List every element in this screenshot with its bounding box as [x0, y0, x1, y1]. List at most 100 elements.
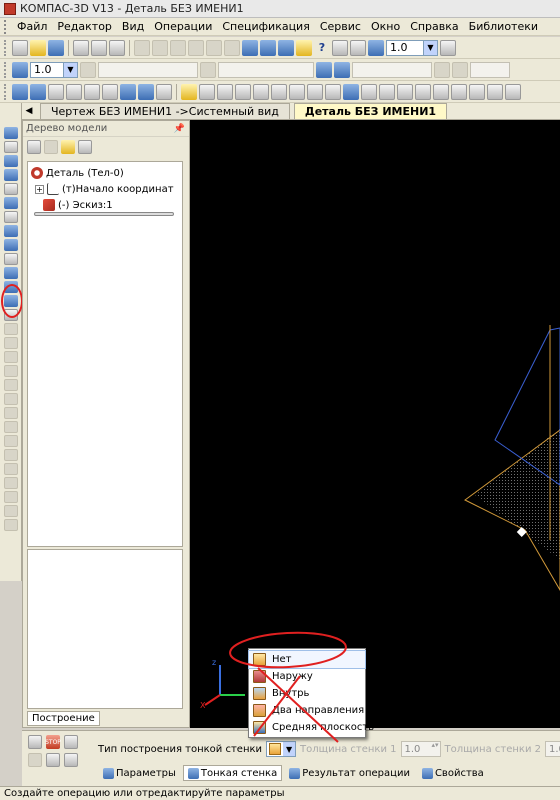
- halftone-icon[interactable]: [120, 83, 136, 100]
- help-ref-icon[interactable]: [64, 735, 78, 749]
- zoom-combo[interactable]: 1.0 ▼: [386, 39, 438, 56]
- thickness2-input[interactable]: 1.0: [545, 741, 560, 757]
- mcx-icon[interactable]: [307, 83, 323, 100]
- dropdown-item-midplane[interactable]: Средняя плоскость: [249, 719, 374, 736]
- function-icon[interactable]: [260, 39, 276, 56]
- curves-icon[interactable]: [3, 477, 18, 489]
- paste-icon[interactable]: [170, 39, 186, 56]
- select-2d-icon[interactable]: [3, 211, 18, 223]
- print-icon[interactable]: [73, 39, 89, 56]
- spec-3d-icon[interactable]: [3, 407, 18, 419]
- toolbar-grip-icon[interactable]: [4, 61, 7, 78]
- perspective-icon[interactable]: [156, 83, 172, 100]
- tabs-scroll-left-icon[interactable]: ◀: [22, 103, 36, 119]
- toolbar-grip-icon[interactable]: [4, 39, 7, 56]
- dropdown-item-none[interactable]: Нет: [248, 650, 366, 669]
- copy-icon[interactable]: [152, 39, 168, 56]
- step-combo[interactable]: 1.0 ▼: [30, 61, 78, 78]
- tab-drawing[interactable]: Чертеж БЕЗ ИМЕНИ1 ->Системный вид: [40, 103, 290, 119]
- menu-view[interactable]: Вид: [117, 19, 149, 35]
- geometry-icon[interactable]: [3, 127, 18, 139]
- surfaces-icon[interactable]: [3, 323, 18, 335]
- tab-thin-wall[interactable]: Тонкая стенка: [182, 765, 283, 781]
- format-painter-icon[interactable]: [188, 39, 204, 56]
- menu-file[interactable]: Файл: [12, 19, 52, 35]
- grid-icon[interactable]: [12, 61, 28, 78]
- undo-icon[interactable]: [206, 39, 222, 56]
- export-icon[interactable]: [469, 83, 485, 100]
- edges-icon[interactable]: [415, 83, 431, 100]
- chevron-down-icon[interactable]: ▼: [63, 62, 77, 77]
- arrays-icon[interactable]: [3, 337, 18, 349]
- dimensions-icon[interactable]: [3, 141, 18, 153]
- layer-icon[interactable]: [80, 61, 96, 78]
- menu-specification[interactable]: Спецификация: [217, 19, 314, 35]
- thin-wall-type-select[interactable]: ▼: [266, 741, 297, 757]
- auto-create-icon[interactable]: [28, 753, 42, 767]
- tree-filter-icon[interactable]: [61, 140, 75, 154]
- layer-combo[interactable]: [98, 61, 198, 78]
- measure-icon[interactable]: [217, 83, 233, 100]
- tab-parameters[interactable]: Параметры: [98, 765, 181, 781]
- cut-icon[interactable]: [134, 39, 150, 56]
- dims-icon[interactable]: [379, 83, 395, 100]
- diagnostics-icon[interactable]: [3, 365, 18, 377]
- check-icon[interactable]: [325, 83, 341, 100]
- dropdown-item-outward[interactable]: Наружу: [249, 668, 365, 685]
- area-icon[interactable]: [253, 83, 269, 100]
- select-icon[interactable]: [199, 83, 215, 100]
- zoom-window-icon[interactable]: [332, 39, 348, 56]
- no-hidden-icon[interactable]: [102, 83, 118, 100]
- style-combo[interactable]: [218, 61, 314, 78]
- grid-snap-icon[interactable]: [361, 83, 377, 100]
- preview-toggle-icon[interactable]: [46, 753, 60, 767]
- spline-icon[interactable]: [3, 267, 18, 279]
- menu-service[interactable]: Сервис: [315, 19, 366, 35]
- coord-combo[interactable]: [470, 61, 510, 78]
- snap-icon[interactable]: [434, 61, 450, 78]
- spec-icon[interactable]: [397, 83, 413, 100]
- zoom-icon[interactable]: [368, 39, 384, 56]
- pan-icon[interactable]: [440, 39, 456, 56]
- thickness1-input[interactable]: 1.0: [400, 741, 441, 757]
- distance-icon[interactable]: [271, 83, 287, 100]
- menu-operations[interactable]: Операции: [149, 19, 217, 35]
- render-icon[interactable]: [487, 83, 503, 100]
- libraries-icon[interactable]: [296, 39, 312, 56]
- points-icon[interactable]: [3, 491, 18, 503]
- dims-3d-icon[interactable]: [3, 519, 18, 531]
- chevron-down-icon[interactable]: ▼: [423, 40, 437, 55]
- question-icon[interactable]: [64, 753, 78, 767]
- tree-item-sketch[interactable]: (-) Эскиз:1: [31, 197, 179, 213]
- toolbar-grip-icon[interactable]: [4, 83, 7, 100]
- pin-icon[interactable]: 📌: [174, 124, 185, 134]
- tree-item-part[interactable]: Деталь (Тел-0): [31, 165, 179, 181]
- param-icon[interactable]: [3, 183, 18, 195]
- edit-icon[interactable]: [3, 169, 18, 181]
- redo-icon[interactable]: [224, 39, 240, 56]
- help-icon[interactable]: [343, 83, 359, 100]
- tree-item-origin[interactable]: + (т)Начало координат: [31, 181, 179, 197]
- rotate-icon[interactable]: [30, 83, 46, 100]
- menu-libraries[interactable]: Библиотеки: [464, 19, 543, 35]
- filter-3d-icon[interactable]: [3, 393, 18, 405]
- hidden-thin-icon[interactable]: [84, 83, 100, 100]
- chevron-down-icon[interactable]: ▼: [283, 742, 296, 756]
- save-icon[interactable]: [48, 39, 64, 56]
- measure-3d-icon[interactable]: [3, 379, 18, 391]
- marks-icon[interactable]: [3, 155, 18, 167]
- help-pointer-icon[interactable]: ?: [314, 40, 330, 56]
- menubar-grip-icon[interactable]: [4, 19, 8, 34]
- tab-properties[interactable]: Свойства: [417, 765, 489, 781]
- wireframe-icon[interactable]: [48, 83, 64, 100]
- manager-icon[interactable]: [278, 39, 294, 56]
- insert-icon[interactable]: [3, 253, 18, 265]
- tree-view-icon[interactable]: [27, 140, 41, 154]
- reports-icon[interactable]: [3, 239, 18, 251]
- filter-icon[interactable]: [181, 83, 197, 100]
- measure-2d-icon[interactable]: [3, 197, 18, 209]
- tree-settings-icon[interactable]: [78, 140, 92, 154]
- new-document-icon[interactable]: [12, 39, 28, 56]
- tab-construction[interactable]: Построение: [27, 711, 100, 726]
- designations-icon[interactable]: [3, 449, 18, 461]
